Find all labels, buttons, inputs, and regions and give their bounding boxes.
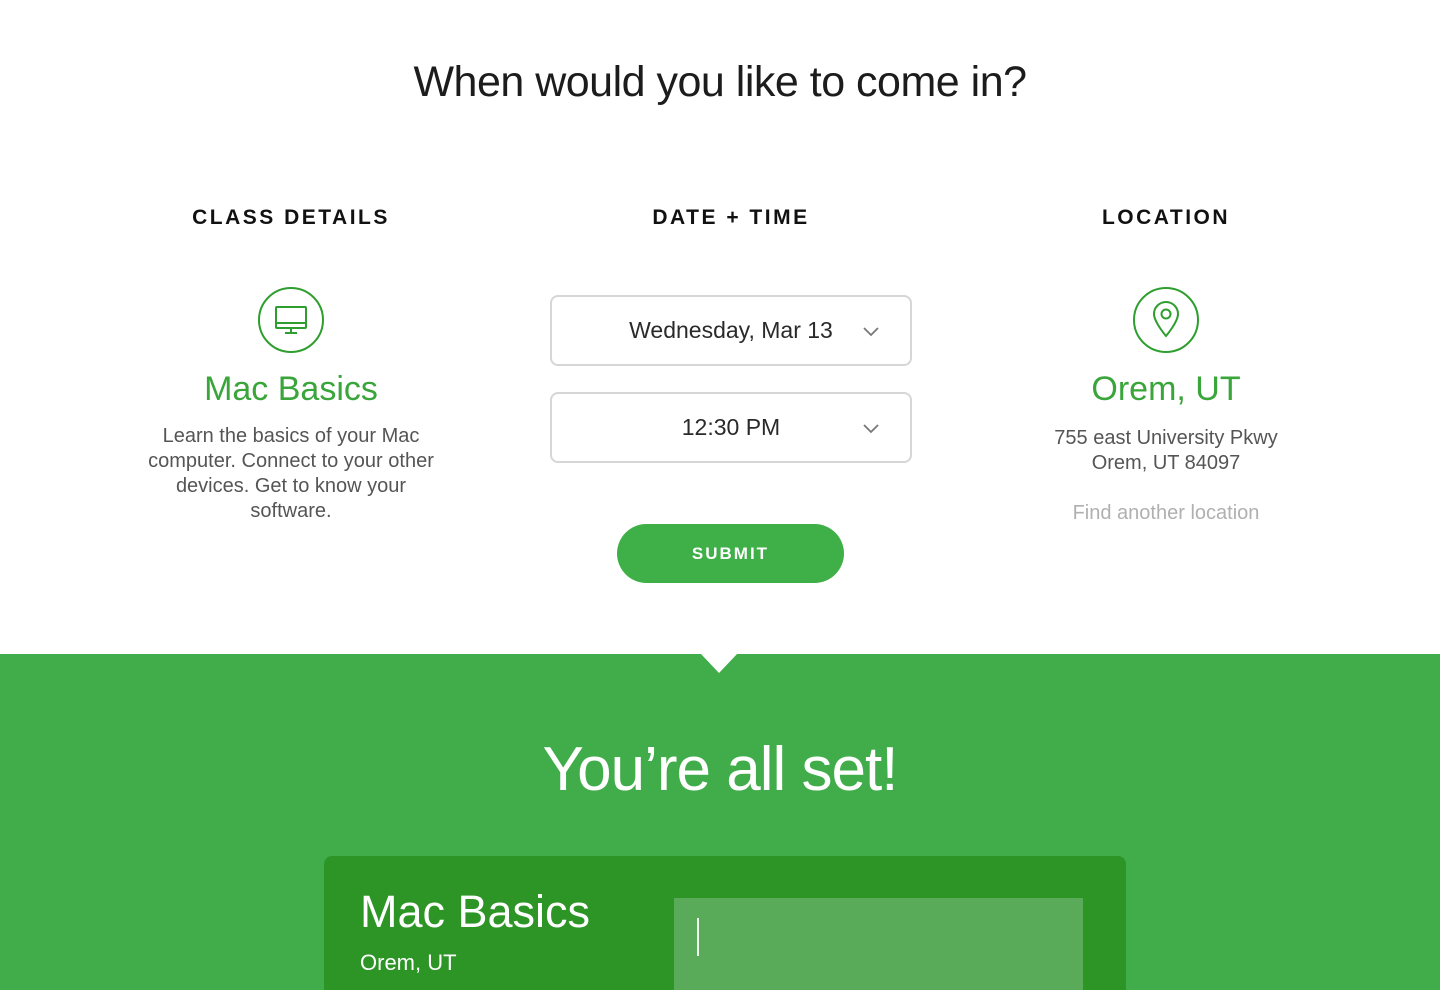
submit-button[interactable]: SUBMIT [617, 524, 844, 583]
text-cursor [697, 918, 699, 956]
confirmation-title: You’re all set! [542, 735, 899, 804]
date-select-value: Wednesday, Mar 13 [629, 317, 833, 343]
section-pointer [701, 654, 737, 673]
page-title: When would you like to come in? [413, 58, 1027, 106]
class-description: Learn the basics of your Mac computer. C… [148, 425, 434, 522]
time-select-value: 12:30 PM [681, 414, 781, 440]
location-heading: LOCATION [1101, 206, 1231, 229]
time-select[interactable]: 12:30 PM [550, 392, 912, 463]
class-details-heading: CLASS DETAILS [192, 206, 390, 229]
class-title: Mac Basics [204, 370, 378, 408]
booking-section: When would you like to come in? CLASS DE… [0, 0, 1440, 654]
date-select[interactable]: Wednesday, Mar 13 [550, 295, 912, 366]
card-text-field[interactable] [674, 898, 1083, 990]
location-address: 755 east University Pkwy Orem, UT 84097 [1016, 426, 1316, 476]
chevron-down-icon [862, 422, 880, 440]
address-line-2: Orem, UT 84097 [1091, 452, 1241, 474]
location-title: Orem, UT [1091, 370, 1241, 408]
confirmation-card: Mac Basics Orem, UT [324, 856, 1126, 990]
map-pin-icon [1133, 287, 1199, 353]
address-line-1: 755 east University Pkwy [1054, 427, 1278, 449]
card-location: Orem, UT [360, 950, 457, 975]
chevron-down-icon [862, 325, 880, 343]
monitor-icon [258, 287, 324, 353]
card-class-title: Mac Basics [360, 886, 591, 937]
date-time-heading: DATE + TIME [652, 206, 810, 229]
find-another-location-link[interactable]: Find another location [1016, 502, 1316, 525]
